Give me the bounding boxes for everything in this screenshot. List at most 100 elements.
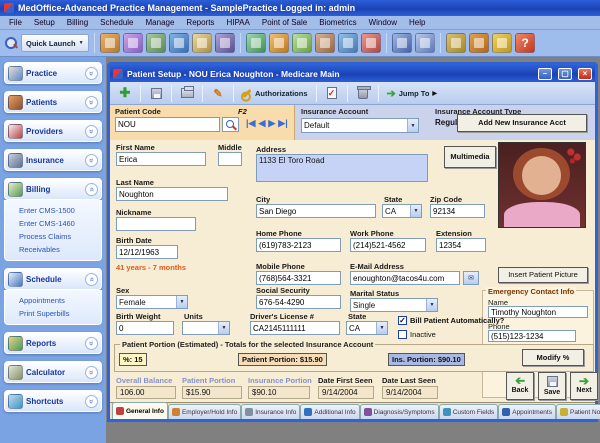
insurance-account-select[interactable]: Default ▼ [301, 118, 419, 133]
city-input[interactable] [256, 204, 376, 218]
point-of-sale-icon[interactable] [469, 33, 489, 53]
sidebar-item-patients[interactable]: Patients » [4, 91, 102, 113]
practice-icon[interactable] [215, 33, 235, 53]
tab-custom-fields[interactable]: Custom Fields [439, 404, 499, 419]
last-record-button[interactable]: ▶| [278, 118, 287, 129]
tab-patient-notes[interactable]: Patient Notes [556, 404, 600, 419]
search-icon[interactable] [4, 36, 18, 50]
delete-button[interactable] [352, 84, 374, 103]
work-phone-input[interactable] [350, 238, 426, 252]
sidebar-item-providers[interactable]: Providers » [4, 120, 102, 142]
verify-button[interactable]: ✓ [321, 84, 343, 103]
add-patient-button[interactable]: ✚ [114, 84, 136, 103]
appointments-icon[interactable] [246, 33, 266, 53]
patient-code-input[interactable] [115, 117, 220, 132]
chevron-down-icon[interactable]: » [85, 154, 98, 167]
next-button[interactable]: ➔Next [570, 372, 598, 400]
first-name-input[interactable] [116, 152, 206, 166]
sidebar-item-schedule[interactable]: Schedule » [4, 268, 102, 290]
menu-manage[interactable]: Manage [141, 17, 180, 28]
sidebar-item-appointments[interactable]: Appointments [19, 294, 99, 307]
email-input[interactable] [350, 271, 460, 285]
chevron-down-icon[interactable]: » [85, 337, 98, 350]
menu-file[interactable]: File [4, 17, 27, 28]
email-icon[interactable]: ✉ [463, 271, 479, 285]
tab-appointments[interactable]: Appointments [498, 404, 556, 419]
marital-status-select[interactable]: Single▼ [350, 298, 438, 312]
help-icon[interactable] [515, 33, 535, 53]
statements-icon[interactable] [446, 33, 466, 53]
payments-icon[interactable] [269, 33, 289, 53]
lab-icon[interactable] [169, 33, 189, 53]
sidebar-item-print-superbills[interactable]: Print Superbills [19, 307, 99, 320]
inactive-checkbox[interactable] [398, 330, 407, 339]
back-button[interactable]: ➔Back [506, 372, 534, 400]
modify-percent-button[interactable]: Modify % [522, 349, 584, 366]
sidebar-item-enter-cms-1460[interactable]: Enter CMS-1460 [19, 217, 99, 230]
sidebar-item-billing[interactable]: Billing » [4, 178, 102, 200]
bill-automatically-checkbox[interactable]: ✓ [398, 316, 407, 325]
multimedia-button[interactable]: Multimedia [444, 146, 496, 168]
middle-input[interactable] [218, 152, 242, 166]
state-select[interactable]: CA▼ [382, 204, 422, 218]
staff-icon[interactable] [315, 33, 335, 53]
sidebar-item-receivables[interactable]: Receivables [19, 243, 99, 256]
sex-select[interactable]: Female▼ [116, 295, 188, 309]
emergency-phone-input[interactable] [488, 330, 576, 342]
close-button[interactable]: × [578, 68, 592, 80]
chevron-down-icon[interactable]: » [85, 125, 98, 138]
tab-insurance-info[interactable]: Insurance Info [241, 404, 300, 419]
reports-icon[interactable] [392, 33, 412, 53]
print-button[interactable] [176, 84, 198, 103]
chevron-down-icon[interactable]: » [85, 96, 98, 109]
save-button[interactable] [145, 84, 167, 103]
sidebar-item-process-claims[interactable]: Process Claims [19, 230, 99, 243]
sidebar-item-insurance[interactable]: Insurance » [4, 149, 102, 171]
birth-weight-input[interactable] [116, 321, 174, 335]
menu-reports[interactable]: Reports [181, 17, 219, 28]
sidebar-item-practice[interactable]: Practice » [4, 62, 102, 84]
edit-button[interactable]: ✎ [207, 84, 229, 103]
birth-date-input[interactable] [116, 245, 178, 259]
scheduler-icon[interactable] [415, 33, 435, 53]
units-select[interactable]: ▼ [182, 321, 230, 335]
dl-state-select[interactable]: CA▼ [346, 321, 388, 335]
next-record-button[interactable]: ▶ [268, 118, 275, 129]
menu-biometrics[interactable]: Biometrics [314, 17, 361, 28]
menu-window[interactable]: Window [364, 17, 402, 28]
authorizations-button[interactable]: Authorizations [238, 84, 312, 103]
tab-additional-info[interactable]: Additional Info [300, 404, 359, 419]
chevron-up-icon[interactable]: » [85, 273, 98, 286]
prev-record-button[interactable]: ◀ [258, 118, 265, 129]
patient-search-button[interactable] [222, 117, 239, 132]
insert-patient-picture-button[interactable]: Insert Patient Picture [498, 267, 588, 283]
quick-launch-button[interactable]: Quick Launch▼ [21, 34, 89, 52]
save-button-bottom[interactable]: Save [538, 372, 566, 400]
provider-icon[interactable] [361, 33, 381, 53]
home-phone-input[interactable] [256, 238, 341, 252]
mobile-phone-input[interactable] [256, 271, 341, 285]
zip-input[interactable] [430, 204, 485, 218]
chevron-down-icon[interactable]: » [85, 67, 98, 80]
first-record-button[interactable]: |◀ [246, 118, 255, 129]
menu-help[interactable]: Help [404, 17, 430, 28]
menu-billing[interactable]: Billing [62, 17, 93, 28]
icd-codes-icon[interactable] [123, 33, 143, 53]
sidebar-item-reports[interactable]: Reports » [4, 332, 102, 354]
sidebar-item-enter-cms-1500[interactable]: Enter CMS-1500 [19, 204, 99, 217]
chevron-up-icon[interactable]: » [85, 183, 98, 196]
chevron-down-icon[interactable]: » [85, 395, 98, 408]
jump-to-button[interactable]: ➔ Jump To ▶ [383, 84, 442, 103]
sidebar-item-calculator[interactable]: Calculator » [4, 361, 102, 383]
cpt-codes-icon[interactable] [100, 33, 120, 53]
restore-button[interactable]: ▢ [558, 68, 572, 80]
lock-icon[interactable] [492, 33, 512, 53]
tab-general-info[interactable]: General Info [112, 402, 168, 419]
chevron-down-icon[interactable]: » [85, 366, 98, 379]
social-security-input[interactable] [256, 295, 341, 309]
sidebar-item-shortcuts[interactable]: Shortcuts » [4, 390, 102, 412]
tab-diagnosis-symptoms[interactable]: Diagnosis/Symptoms [360, 404, 439, 419]
add-new-insurance-acct-button[interactable]: Add New Insurance Acct [457, 114, 587, 132]
workstation-icon[interactable] [338, 33, 358, 53]
last-name-input[interactable] [116, 187, 228, 201]
